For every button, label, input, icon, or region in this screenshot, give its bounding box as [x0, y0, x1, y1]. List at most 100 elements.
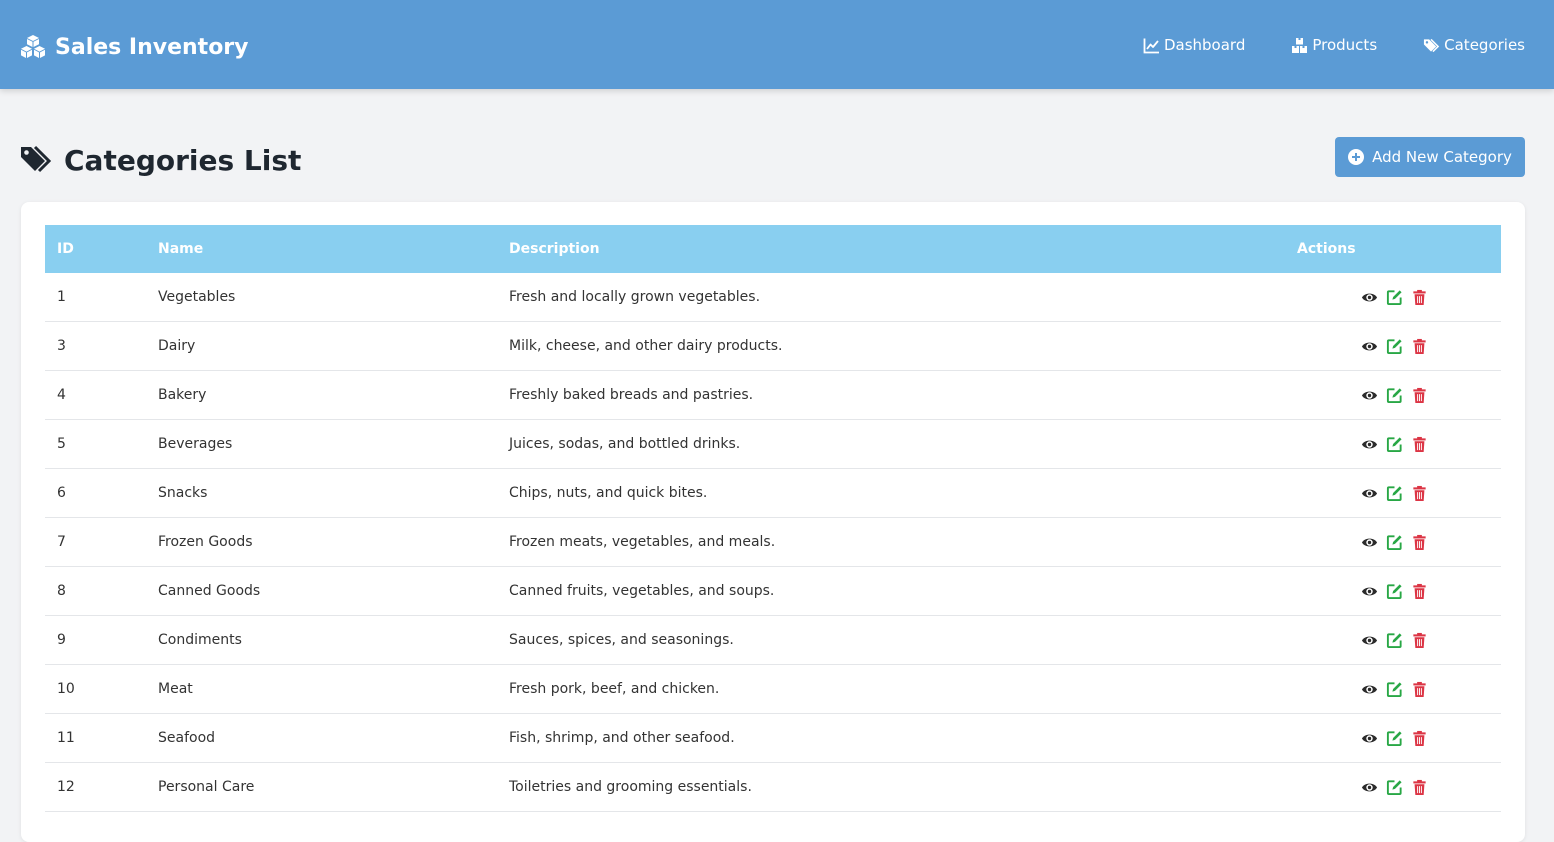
cell-id: 12 [57, 779, 75, 795]
tags-icon [1424, 38, 1440, 52]
cell-actions [1297, 387, 1501, 404]
trash-icon[interactable] [1411, 583, 1428, 600]
cell-name: Meat [158, 681, 193, 697]
cell-description: Freshly baked breads and pastries. [509, 387, 754, 403]
cell-description: Juices, sodas, and bottled drinks. [509, 436, 741, 452]
nav-products[interactable]: Products [1291, 36, 1377, 54]
cell-name: Bakery [158, 387, 207, 403]
trash-icon[interactable] [1411, 534, 1428, 551]
eye-icon[interactable] [1361, 289, 1378, 306]
table-row: 11 Seafood Fish, shrimp, and other seafood… [45, 714, 1501, 763]
cell-id: 1 [57, 289, 66, 305]
eye-icon[interactable] [1361, 730, 1378, 747]
brand-name: Sales Inventory [55, 34, 249, 60]
cell-name: Personal Care [158, 779, 255, 795]
edit-icon[interactable] [1386, 534, 1403, 551]
eye-icon[interactable] [1361, 485, 1378, 502]
cell-name: Frozen Goods [158, 534, 253, 550]
eye-icon[interactable] [1361, 681, 1378, 698]
cell-description: Sauces, spices, and seasonings. [509, 632, 734, 648]
cell-actions [1297, 485, 1501, 502]
cubes-icon [21, 35, 45, 58]
cell-actions [1297, 436, 1501, 453]
cell-actions [1297, 534, 1501, 551]
edit-icon[interactable] [1386, 779, 1403, 796]
edit-icon[interactable] [1386, 730, 1403, 747]
trash-icon[interactable] [1411, 338, 1428, 355]
table-row: 10 Meat Fresh pork, beef, and chicken. [45, 665, 1501, 714]
table-body: 1 Vegetables Fresh and locally grown veget… [45, 273, 1501, 812]
cell-description: Frozen meats, vegetables, and meals. [509, 534, 776, 550]
cell-name: Snacks [158, 485, 208, 501]
cell-name: Dairy [158, 338, 196, 354]
table-row: 5 Beverages Juices, sodas, and bottled dri… [45, 420, 1501, 469]
nav-categories-label: Categories [1444, 36, 1525, 54]
eye-icon[interactable] [1361, 387, 1378, 404]
cell-id: 5 [57, 436, 66, 452]
trash-icon[interactable] [1411, 730, 1428, 747]
edit-icon[interactable] [1386, 289, 1403, 306]
cell-id: 8 [57, 583, 66, 599]
cell-actions [1297, 583, 1501, 600]
categories-card: ID Name Description Actions 1 Vegetables F… [21, 202, 1525, 842]
eye-icon[interactable] [1361, 632, 1378, 649]
edit-icon[interactable] [1386, 632, 1403, 649]
table-row: 12 Personal Care Toiletries and grooming e… [45, 763, 1501, 812]
table-row: 6 Snacks Chips, nuts, and quick bites. [45, 469, 1501, 518]
trash-icon[interactable] [1411, 681, 1428, 698]
table-row: 3 Dairy Milk, cheese, and other dairy prod… [45, 322, 1501, 371]
trash-icon[interactable] [1411, 485, 1428, 502]
nav-dashboard[interactable]: Dashboard [1143, 36, 1245, 54]
cell-actions [1297, 632, 1501, 649]
eye-icon[interactable] [1361, 779, 1378, 796]
header-name: Name [158, 241, 204, 257]
cell-actions [1297, 289, 1501, 306]
chart-line-icon [1143, 38, 1159, 53]
add-category-button[interactable]: Add New Category [1335, 137, 1525, 177]
table-row: 8 Canned Goods Canned fruits, vegetables, … [45, 567, 1501, 616]
trash-icon[interactable] [1411, 632, 1428, 649]
edit-icon[interactable] [1386, 583, 1403, 600]
cell-description: Toiletries and grooming essentials. [509, 779, 752, 795]
edit-icon[interactable] [1386, 485, 1403, 502]
cell-id: 7 [57, 534, 66, 550]
cell-description: Milk, cheese, and other dairy products. [509, 338, 783, 354]
cell-actions [1297, 730, 1501, 747]
brand[interactable]: Sales Inventory [19, 30, 249, 64]
eye-icon[interactable] [1361, 583, 1378, 600]
table-header: ID Name Description Actions [45, 225, 1501, 273]
cell-description: Fresh pork, beef, and chicken. [509, 681, 720, 697]
cell-description: Canned fruits, vegetables, and soups. [509, 583, 775, 599]
eye-icon[interactable] [1361, 436, 1378, 453]
top-navbar: Sales Inventory Dashboard Products Categ… [0, 0, 1554, 89]
cell-id: 9 [57, 632, 66, 648]
plus-circle-icon [1348, 149, 1365, 165]
header-description: Description [509, 241, 600, 257]
trash-icon[interactable] [1411, 779, 1428, 796]
trash-icon[interactable] [1411, 436, 1428, 453]
cell-name: Condiments [158, 632, 242, 648]
table-row: 4 Bakery Freshly baked breads and pastries… [45, 371, 1501, 420]
header-id: ID [57, 241, 74, 257]
page-title-text: Categories List [64, 143, 302, 177]
cell-id: 4 [57, 387, 66, 403]
edit-icon[interactable] [1386, 387, 1403, 404]
cell-description: Chips, nuts, and quick bites. [509, 485, 708, 501]
cell-name: Canned Goods [158, 583, 261, 599]
eye-icon[interactable] [1361, 534, 1378, 551]
add-category-label: Add New Category [1372, 148, 1512, 166]
cell-description: Fish, shrimp, and other seafood. [509, 730, 735, 746]
trash-icon[interactable] [1411, 387, 1428, 404]
cell-name: Seafood [158, 730, 216, 746]
cell-name: Vegetables [158, 289, 236, 305]
eye-icon[interactable] [1361, 338, 1378, 355]
nav-products-label: Products [1312, 36, 1378, 54]
page-title: Categories List [20, 140, 301, 180]
edit-icon[interactable] [1386, 681, 1403, 698]
edit-icon[interactable] [1386, 338, 1403, 355]
trash-icon[interactable] [1411, 289, 1428, 306]
edit-icon[interactable] [1386, 436, 1403, 453]
nav-categories[interactable]: Categories [1423, 36, 1525, 54]
table-row: 7 Frozen Goods Frozen meats, vegetables, a… [45, 518, 1501, 567]
cell-id: 3 [57, 338, 66, 354]
